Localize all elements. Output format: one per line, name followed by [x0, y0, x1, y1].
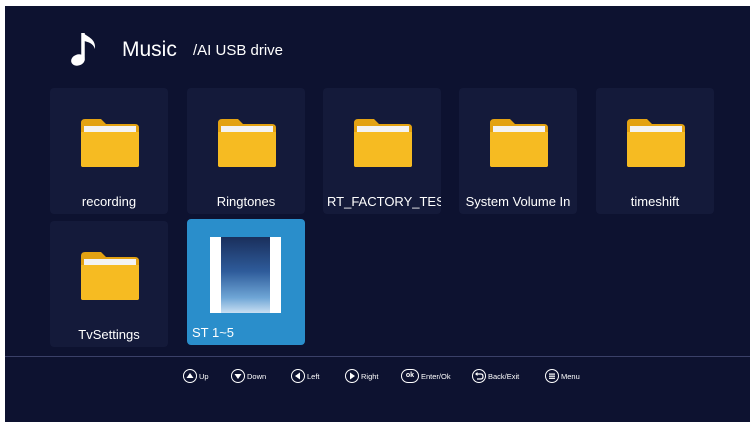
- tile-label: recording: [81, 194, 137, 209]
- folder-tile-rt-factory[interactable]: RT_FACTORY_TES: [323, 88, 441, 214]
- tile-label: timeshift: [630, 194, 680, 209]
- folder-tile-tvsettings[interactable]: TvSettings: [50, 221, 168, 347]
- folder-icon: [354, 119, 412, 167]
- back-icon: [472, 369, 486, 383]
- music-note-icon: [71, 33, 96, 66]
- up-arrow-icon: [183, 369, 197, 383]
- tile-label: Ringtones: [216, 194, 276, 209]
- folder-tile-timeshift[interactable]: timeshift: [596, 88, 714, 214]
- album-art-image: [221, 237, 270, 313]
- hint-label: Up: [199, 372, 209, 381]
- folder-tile-system-volume[interactable]: System Volume In: [459, 88, 577, 214]
- ok-icon: ok: [401, 369, 419, 383]
- hint-label: Right: [361, 372, 379, 381]
- tile-label: TvSettings: [78, 327, 140, 342]
- hint-label: Back/Exit: [488, 372, 520, 381]
- folder-icon: [218, 119, 276, 167]
- hint-label: Left: [307, 372, 320, 381]
- folder-icon: [81, 119, 139, 167]
- hint-label: Enter/Ok: [421, 372, 451, 381]
- header: Music /AI USB drive: [5, 6, 750, 86]
- hint-label: Menu: [561, 372, 580, 381]
- audio-file-tile-selected[interactable]: ST 1~5: [187, 219, 305, 345]
- folder-icon: [81, 252, 139, 300]
- menu-icon: [545, 369, 559, 383]
- hint-label: Down: [247, 372, 267, 381]
- down-arrow-icon: [231, 369, 245, 383]
- app-title: Music: [122, 38, 177, 61]
- tile-label: RT_FACTORY_TES: [327, 194, 441, 209]
- right-arrow-icon: [345, 369, 359, 383]
- folder-tile-recording[interactable]: recording: [50, 88, 168, 214]
- music-browser-screen: Music /AI USB drive recording Ringtones …: [5, 6, 750, 422]
- left-arrow-icon: [291, 369, 305, 383]
- album-art-thumbnail: [210, 237, 281, 313]
- tile-label: System Volume In: [465, 194, 571, 209]
- divider: [5, 356, 750, 357]
- current-path: /AI USB drive: [193, 42, 284, 59]
- folder-icon: [627, 119, 685, 167]
- remote-key-hint-bar: Up Down Left Right ok Enter/Ok Back/Exit…: [5, 365, 750, 389]
- tile-label: ST 1~5: [192, 325, 235, 340]
- folder-tile-ringtones[interactable]: Ringtones: [187, 88, 305, 214]
- folder-icon: [490, 119, 548, 167]
